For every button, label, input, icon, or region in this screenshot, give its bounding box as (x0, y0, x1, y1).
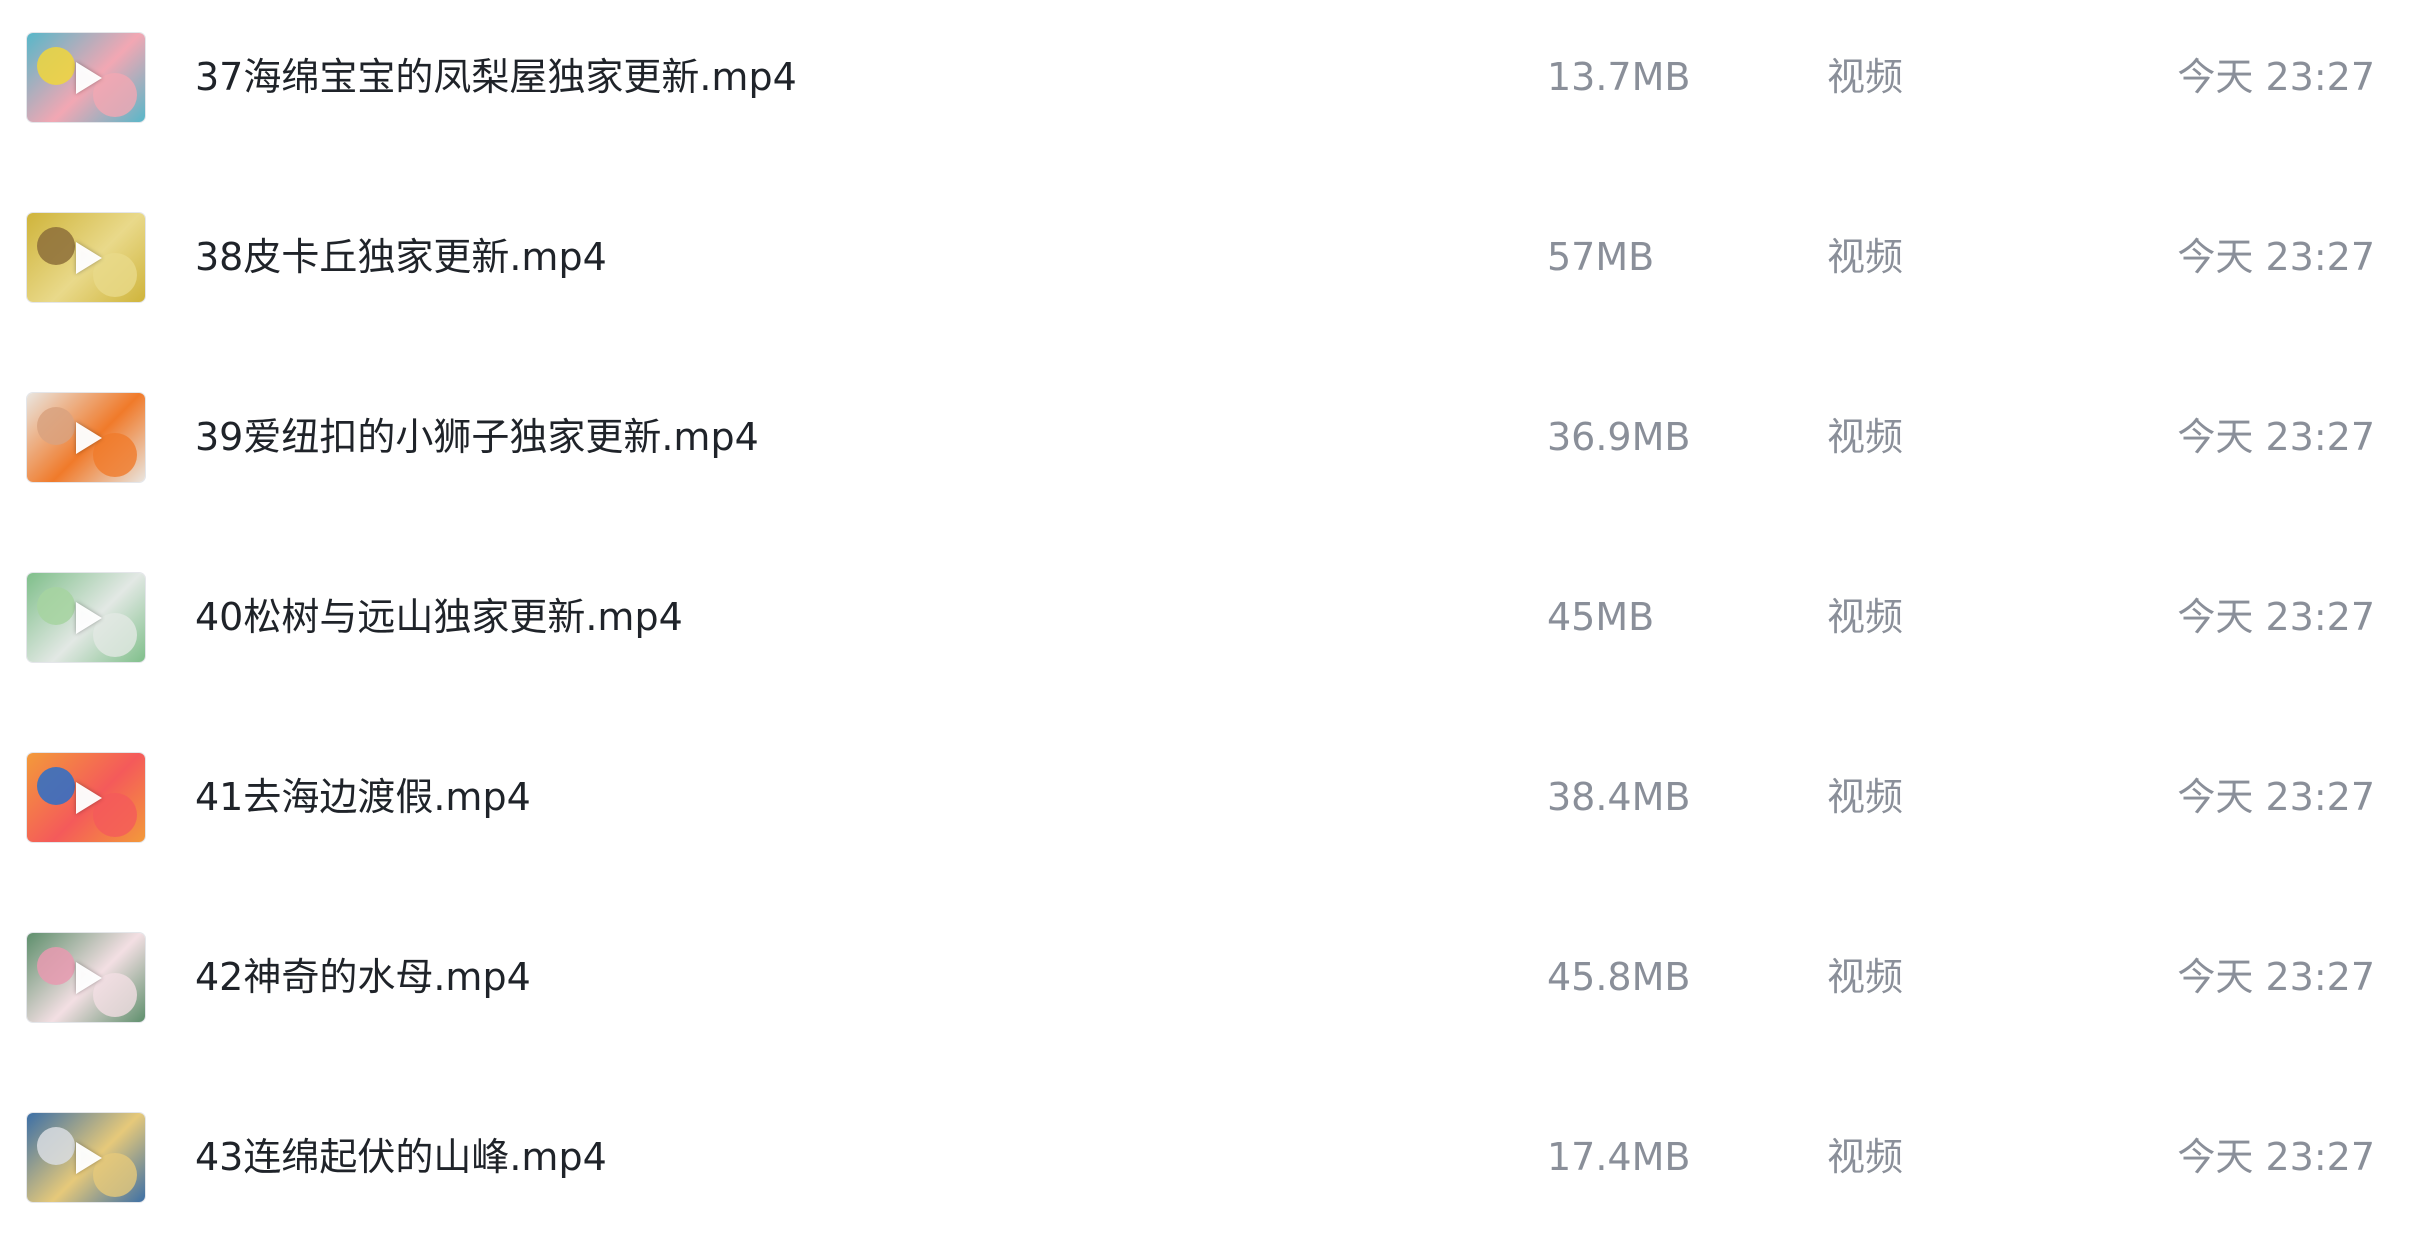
video-thumbnail[interactable] (27, 213, 145, 302)
file-size: 45MB (1547, 595, 1655, 639)
file-row[interactable]: 37海绵宝宝的凤梨屋独家更新.mp4 13.7MB 视频 今天 23:27 (0, 0, 2415, 167)
thumbnail-shape (37, 947, 75, 985)
video-thumbnail[interactable] (27, 573, 145, 662)
thumbnail-shape (37, 587, 75, 625)
video-thumbnail[interactable] (27, 33, 145, 122)
play-icon (76, 601, 102, 634)
file-name[interactable]: 40松树与远山独家更新.mp4 (195, 592, 683, 642)
file-row[interactable]: 38皮卡丘独家更新.mp4 57MB 视频 今天 23:27 (0, 167, 2415, 347)
play-icon (76, 61, 102, 94)
file-type: 视频 (1827, 955, 1904, 999)
play-icon (76, 961, 102, 994)
file-modified-time: 今天 23:27 (2177, 415, 2375, 459)
file-row[interactable]: 40松树与远山独家更新.mp4 45MB 视频 今天 23:27 (0, 527, 2415, 707)
play-icon (76, 781, 102, 814)
file-name[interactable]: 43连绵起伏的山峰.mp4 (195, 1132, 607, 1182)
file-size: 36.9MB (1547, 415, 1691, 459)
file-size: 13.7MB (1547, 55, 1691, 99)
file-row[interactable]: 42神奇的水母.mp4 45.8MB 视频 今天 23:27 (0, 887, 2415, 1067)
thumbnail-shape (37, 227, 75, 265)
play-icon (76, 1141, 102, 1174)
file-size: 45.8MB (1547, 955, 1691, 999)
file-name[interactable]: 39爱纽扣的小狮子独家更新.mp4 (195, 412, 759, 462)
file-modified-time: 今天 23:27 (2177, 235, 2375, 279)
video-thumbnail[interactable] (27, 753, 145, 842)
play-icon (76, 421, 102, 454)
thumbnail-shape (37, 1127, 75, 1165)
play-icon (76, 241, 102, 274)
file-list: 37海绵宝宝的凤梨屋独家更新.mp4 13.7MB 视频 今天 23:27 38皮卡丘独… (0, 0, 2415, 1206)
file-type: 视频 (1827, 595, 1904, 639)
file-type: 视频 (1827, 775, 1904, 819)
file-row[interactable]: 41去海边渡假.mp4 38.4MB 视频 今天 23:27 (0, 707, 2415, 887)
file-name[interactable]: 42神奇的水母.mp4 (195, 952, 531, 1002)
file-modified-time: 今天 23:27 (2177, 955, 2375, 999)
file-size: 38.4MB (1547, 775, 1691, 819)
thumbnail-shape (37, 47, 75, 85)
file-type: 视频 (1827, 1135, 1904, 1179)
file-modified-time: 今天 23:27 (2177, 55, 2375, 99)
file-name[interactable]: 38皮卡丘独家更新.mp4 (195, 232, 607, 282)
file-type: 视频 (1827, 415, 1904, 459)
file-modified-time: 今天 23:27 (2177, 775, 2375, 819)
video-thumbnail[interactable] (27, 1113, 145, 1202)
file-row[interactable]: 39爱纽扣的小狮子独家更新.mp4 36.9MB 视频 今天 23:27 (0, 347, 2415, 527)
file-modified-time: 今天 23:27 (2177, 595, 2375, 639)
file-type: 视频 (1827, 235, 1904, 279)
video-thumbnail[interactable] (27, 393, 145, 482)
file-type: 视频 (1827, 55, 1904, 99)
thumbnail-shape (37, 767, 75, 805)
thumbnail-shape (37, 407, 75, 445)
file-name[interactable]: 37海绵宝宝的凤梨屋独家更新.mp4 (195, 52, 797, 102)
file-modified-time: 今天 23:27 (2177, 1135, 2375, 1179)
video-thumbnail[interactable] (27, 933, 145, 1022)
file-name[interactable]: 41去海边渡假.mp4 (195, 772, 531, 822)
file-size: 17.4MB (1547, 1135, 1691, 1179)
file-size: 57MB (1547, 235, 1655, 279)
file-row[interactable]: 43连绵起伏的山峰.mp4 17.4MB 视频 今天 23:27 (0, 1067, 2415, 1247)
